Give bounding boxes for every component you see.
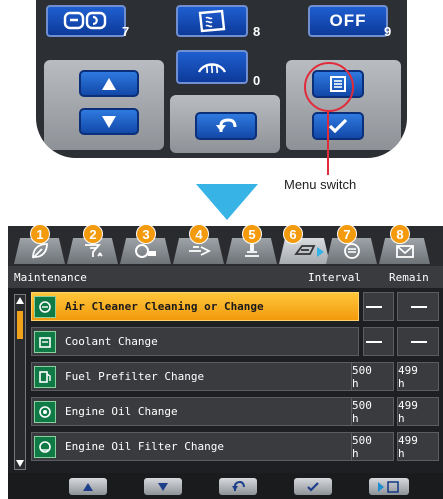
item-interval: — bbox=[363, 292, 394, 321]
tab-7-badge: 7 bbox=[337, 224, 357, 244]
interval-column-header: Interval bbox=[308, 271, 361, 284]
keypad-down-button[interactable] bbox=[79, 108, 139, 135]
coolant-icon bbox=[34, 330, 56, 353]
item-interval: 500 h bbox=[351, 362, 394, 391]
key9-number: 9 bbox=[384, 24, 392, 39]
arrow-up-icon bbox=[83, 482, 93, 491]
softkey-menu-button[interactable] bbox=[369, 478, 409, 495]
tab-4-badge: 4 bbox=[189, 224, 209, 244]
tab-1-badge: 1 bbox=[30, 224, 50, 244]
item-interval: — bbox=[363, 327, 394, 356]
mirror-heater-icon bbox=[63, 11, 107, 30]
item-label: Fuel Prefilter Change bbox=[65, 370, 205, 383]
mail-icon bbox=[395, 245, 414, 258]
oil-filter-icon bbox=[34, 435, 56, 458]
remain-dash: — bbox=[411, 340, 427, 343]
menu-switch-callout-line bbox=[327, 111, 329, 175]
fuel-prefilter-icon bbox=[34, 365, 56, 388]
menu-switch-label: Menu switch bbox=[284, 177, 357, 192]
keypad-back-button[interactable] bbox=[195, 112, 257, 140]
arrow-down-icon bbox=[102, 115, 116, 128]
tab-2-badge: 2 bbox=[83, 224, 103, 244]
key7-number: 7 bbox=[122, 24, 130, 39]
off-label: OFF bbox=[329, 11, 367, 30]
active-tab-indicator-icon bbox=[317, 247, 324, 257]
rear-defroster-key[interactable] bbox=[176, 5, 248, 37]
remain-dash: — bbox=[411, 305, 427, 308]
menu-switch-highlight bbox=[304, 62, 354, 112]
item-remain: 499 h bbox=[397, 397, 439, 426]
rear-defroster-icon bbox=[198, 9, 226, 33]
item-label: Coolant Change bbox=[65, 335, 158, 348]
scroll-up-icon bbox=[16, 297, 24, 304]
list-item[interactable]: Engine Oil Filter Change 500 h 499 h bbox=[31, 432, 439, 461]
return-icon bbox=[232, 481, 245, 491]
keypad-confirm-button[interactable] bbox=[312, 112, 364, 140]
checkmark-icon bbox=[307, 481, 319, 492]
item-label: Air Cleaner Cleaning or Change bbox=[65, 300, 264, 313]
item-name-cell: Fuel Prefilter Change bbox=[31, 362, 359, 391]
interval-dash: — bbox=[366, 305, 382, 308]
item-name-cell: Engine Oil Change bbox=[31, 397, 359, 426]
front-defroster-icon bbox=[197, 63, 227, 74]
maintenance-icon bbox=[293, 245, 315, 255]
list-title: Maintenance bbox=[14, 271, 87, 284]
soft-key-bar bbox=[8, 473, 443, 499]
key0-number: 0 bbox=[253, 73, 261, 88]
item-remain: — bbox=[397, 292, 439, 321]
mirror-heater-key[interactable] bbox=[46, 5, 126, 37]
remain-column-header: Remain bbox=[389, 271, 429, 284]
engine-oil-icon bbox=[34, 400, 56, 423]
tab-bar: 1 2 3 4 5 6 7 8 bbox=[8, 224, 443, 266]
leaf-icon bbox=[31, 243, 48, 259]
item-name-cell: Engine Oil Filter Change bbox=[31, 432, 359, 461]
keypad-up-button[interactable] bbox=[79, 70, 139, 97]
item-remain: — bbox=[397, 327, 439, 356]
arrow-up-icon bbox=[102, 77, 116, 90]
item-name-cell: Coolant Change bbox=[31, 327, 359, 356]
item-remain: 499 h bbox=[397, 432, 439, 461]
item-label: Engine Oil Filter Change bbox=[65, 440, 224, 453]
key8-number: 8 bbox=[253, 24, 261, 39]
list-icon bbox=[343, 243, 360, 259]
tab-6-badge: 6 bbox=[283, 224, 303, 244]
item-remain: 499 h bbox=[397, 362, 439, 391]
tab-3-badge: 3 bbox=[136, 224, 156, 244]
item-label: Engine Oil Change bbox=[65, 405, 178, 418]
softkey-up-button[interactable] bbox=[69, 478, 107, 495]
front-defroster-key[interactable] bbox=[176, 50, 248, 84]
air-cleaner-icon bbox=[34, 295, 56, 318]
softkey-confirm-button[interactable] bbox=[294, 478, 332, 495]
filter-icon bbox=[244, 244, 259, 257]
softkey-down-button[interactable] bbox=[144, 478, 182, 495]
softkey-back-button[interactable] bbox=[219, 478, 257, 495]
item-name-cell: Air Cleaner Cleaning or Change bbox=[31, 292, 359, 321]
interval-dash: — bbox=[366, 340, 382, 343]
scroll-down-icon bbox=[16, 460, 24, 467]
tab-8-badge: 8 bbox=[390, 224, 410, 244]
transition-arrow-icon bbox=[196, 184, 258, 220]
checkmark-icon bbox=[329, 119, 347, 133]
list-header: Maintenance Interval Remain bbox=[8, 266, 443, 288]
menu-list-icon bbox=[378, 480, 399, 493]
list-item[interactable]: Air Cleaner Cleaning or Change — — bbox=[31, 292, 439, 321]
return-icon bbox=[216, 118, 237, 132]
list-item[interactable]: Coolant Change — — bbox=[31, 327, 439, 356]
list-item[interactable]: Fuel Prefilter Change 500 h 499 h bbox=[31, 362, 439, 391]
scroll-thumb[interactable] bbox=[17, 311, 23, 339]
tab-5-badge: 5 bbox=[242, 224, 262, 244]
item-interval: 500 h bbox=[351, 397, 394, 426]
hand-pointer-icon bbox=[188, 246, 211, 256]
list-item[interactable]: Engine Oil Change 500 h 499 h bbox=[31, 397, 439, 426]
funnel-icon bbox=[84, 244, 103, 257]
arrow-down-icon bbox=[158, 482, 168, 491]
gauge-icon bbox=[134, 244, 156, 258]
scrollbar[interactable] bbox=[14, 294, 26, 470]
maintenance-screen: 1 2 3 4 5 6 7 8 Maintenance Interval Rem… bbox=[8, 224, 443, 499]
item-interval: 500 h bbox=[351, 432, 394, 461]
off-key[interactable]: OFF bbox=[308, 5, 388, 37]
